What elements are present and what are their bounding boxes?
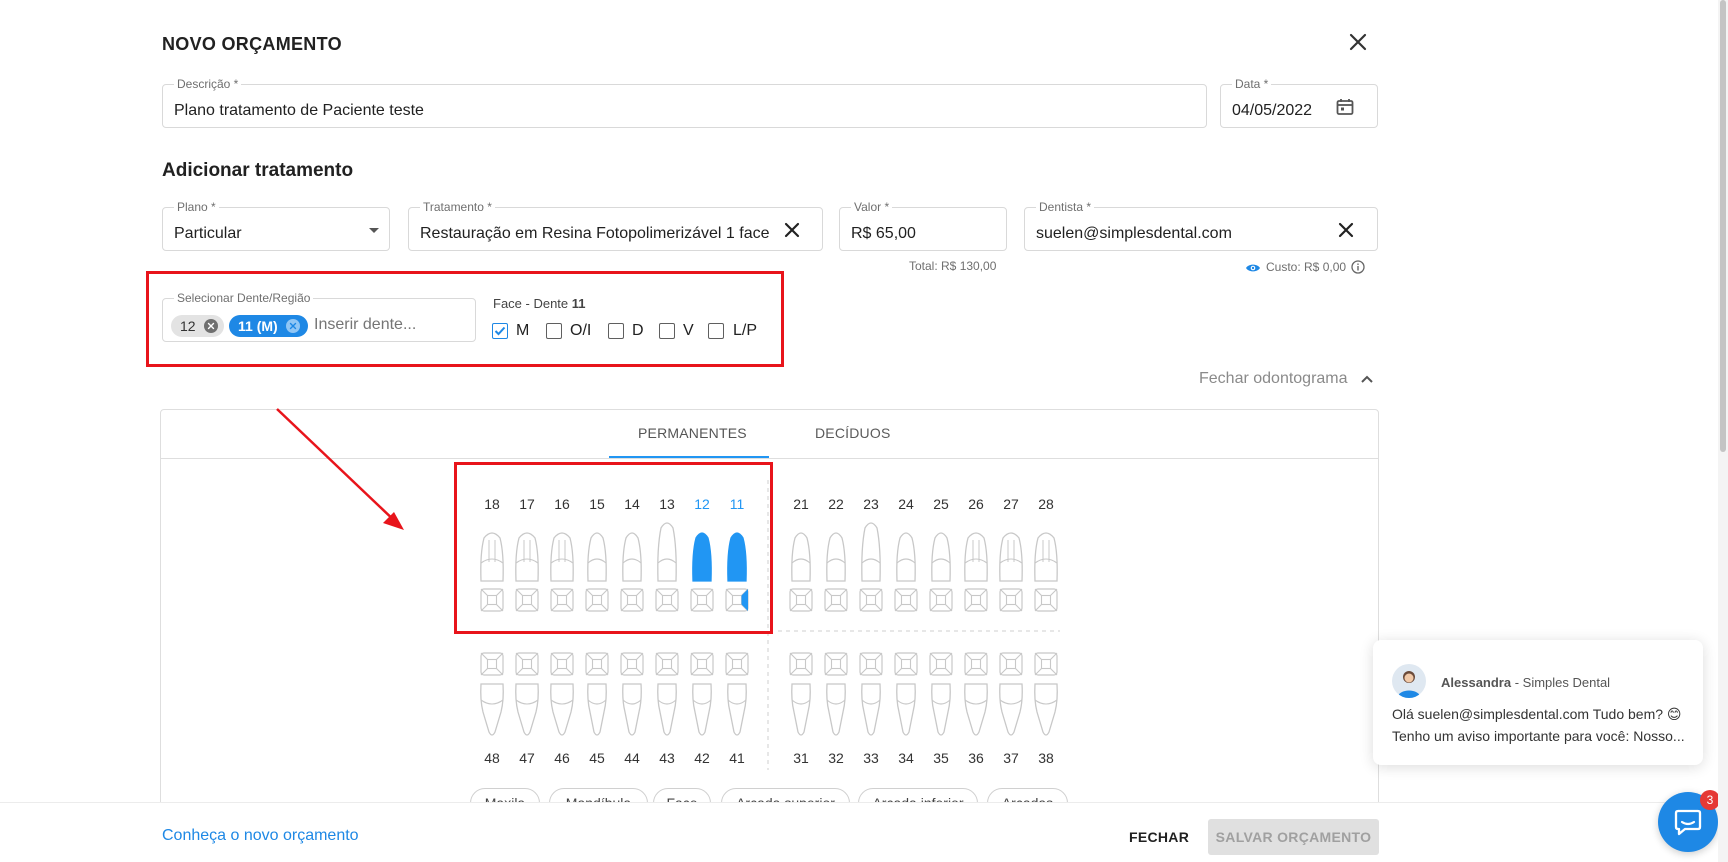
tooth-number-44[interactable]: 44 (617, 750, 647, 766)
tooth-number-35[interactable]: 35 (926, 750, 956, 766)
tooth-lower-33[interactable] (861, 683, 881, 736)
chat-company: - Simples Dental (1511, 675, 1611, 690)
tooth-lower-45[interactable] (587, 683, 607, 736)
tooth-lower-42[interactable] (692, 683, 712, 736)
tooth-surface-21[interactable] (789, 588, 813, 612)
tooth-surface-22[interactable] (824, 588, 848, 612)
tooth-lower-35[interactable] (931, 683, 951, 736)
tooth-surface-32[interactable] (824, 652, 848, 676)
tooth-lower-43[interactable] (657, 683, 677, 736)
tooth-surface-44[interactable] (620, 652, 644, 676)
tooth-upper-26[interactable] (964, 532, 988, 582)
tooth-surface-45[interactable] (585, 652, 609, 676)
tooth-number-28[interactable]: 28 (1031, 496, 1061, 512)
tooth-number-27[interactable]: 27 (996, 496, 1026, 512)
annotation-box-teeth (454, 462, 773, 634)
tooth-surface-43[interactable] (655, 652, 679, 676)
tooth-lower-31[interactable] (791, 683, 811, 736)
tooth-number-22[interactable]: 22 (821, 496, 851, 512)
tooth-number-34[interactable]: 34 (891, 750, 921, 766)
tooth-number-33[interactable]: 33 (856, 750, 886, 766)
tooth-surface-48[interactable] (480, 652, 504, 676)
tooth-lower-46[interactable] (550, 683, 574, 736)
tooth-surface-34[interactable] (894, 652, 918, 676)
tooth-lower-32[interactable] (826, 683, 846, 736)
save-budget-button[interactable]: SALVAR ORÇAMENTO (1208, 819, 1379, 855)
tooth-number-26[interactable]: 26 (961, 496, 991, 512)
tooth-number-24[interactable]: 24 (891, 496, 921, 512)
tooth-lower-37[interactable] (999, 683, 1023, 736)
tooth-surface-36[interactable] (964, 652, 988, 676)
new-budget-link[interactable]: Conheça o novo orçamento (162, 827, 359, 845)
tooth-surface-42[interactable] (690, 652, 714, 676)
tooth-number-41[interactable]: 41 (722, 750, 752, 766)
tooth-lower-36[interactable] (964, 683, 988, 736)
tooth-number-42[interactable]: 42 (687, 750, 717, 766)
tooth-surface-26[interactable] (964, 588, 988, 612)
avatar (1392, 664, 1426, 698)
tooth-number-43[interactable]: 43 (652, 750, 682, 766)
tooth-surface-46[interactable] (550, 652, 574, 676)
tooth-lower-44[interactable] (622, 683, 642, 736)
tooth-number-31[interactable]: 31 (786, 750, 816, 766)
tooth-surface-35[interactable] (929, 652, 953, 676)
tooth-number-45[interactable]: 45 (582, 750, 612, 766)
chat-bubble-icon (1674, 809, 1702, 836)
tooth-number-48[interactable]: 48 (477, 750, 507, 766)
tooth-number-25[interactable]: 25 (926, 496, 956, 512)
tooth-number-47[interactable]: 47 (512, 750, 542, 766)
tooth-surface-47[interactable] (515, 652, 539, 676)
scrollbar-thumb[interactable] (1720, 0, 1726, 452)
tooth-surface-25[interactable] (929, 588, 953, 612)
tooth-surface-28[interactable] (1034, 588, 1058, 612)
close-button[interactable]: FECHAR (1129, 829, 1189, 845)
tooth-surface-31[interactable] (789, 652, 813, 676)
tooth-number-36[interactable]: 36 (961, 750, 991, 766)
chat-line-1: Olá suelen@simplesdental.com Tudo bem? 😊 (1392, 706, 1682, 722)
unread-badge: 3 (1700, 790, 1720, 810)
tooth-lower-48[interactable] (480, 683, 504, 736)
chat-sender-name: Alessandra (1441, 675, 1512, 690)
tooth-upper-28[interactable] (1034, 532, 1058, 582)
tooth-surface-33[interactable] (859, 652, 883, 676)
chat-message-card[interactable] (1373, 640, 1703, 765)
tooth-upper-23[interactable] (861, 522, 881, 582)
tooth-lower-34[interactable] (896, 683, 916, 736)
tooth-number-23[interactable]: 23 (856, 496, 886, 512)
tooth-surface-24[interactable] (894, 588, 918, 612)
tooth-number-32[interactable]: 32 (821, 750, 851, 766)
tooth-number-38[interactable]: 38 (1031, 750, 1061, 766)
tooth-lower-38[interactable] (1034, 683, 1058, 736)
tooth-number-21[interactable]: 21 (786, 496, 816, 512)
tooth-upper-27[interactable] (999, 532, 1023, 582)
tooth-surface-37[interactable] (999, 652, 1023, 676)
tooth-lower-41[interactable] (727, 683, 747, 736)
tooth-surface-27[interactable] (999, 588, 1023, 612)
budget-modal: NOVO ORÇAMENTO Descrição * Plano tratame… (0, 0, 1728, 862)
tooth-upper-22[interactable] (826, 532, 846, 582)
chat-line-2: Tenho um aviso importante para você: Nos… (1392, 728, 1685, 744)
tooth-surface-41[interactable] (725, 652, 749, 676)
chat-sender: Alessandra - Simples Dental (1441, 675, 1610, 690)
tooth-number-46[interactable]: 46 (547, 750, 577, 766)
tooth-upper-25[interactable] (931, 532, 951, 582)
tooth-number-37[interactable]: 37 (996, 750, 1026, 766)
tooth-upper-21[interactable] (791, 532, 811, 582)
tooth-lower-47[interactable] (515, 683, 539, 736)
tooth-surface-23[interactable] (859, 588, 883, 612)
tooth-upper-24[interactable] (896, 532, 916, 582)
tooth-surface-38[interactable] (1034, 652, 1058, 676)
